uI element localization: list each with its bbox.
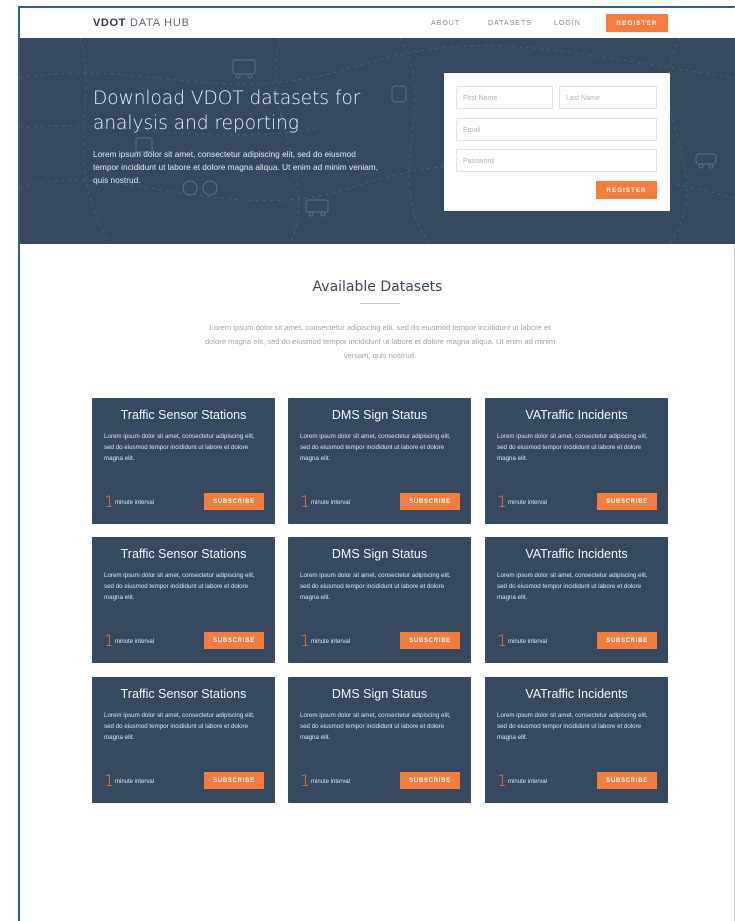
logo-mark: VDOT (93, 17, 126, 29)
card-description: Lorem ipsum dolor sit amet, consectetur … (104, 572, 255, 601)
card-title: DMS Sign Status (331, 547, 428, 561)
card-description: Lorem ipsum dolor sit amet, consectetur … (300, 433, 451, 462)
card-title: Traffic Sensor Stations (120, 408, 247, 422)
card-description: Lorem ipsum dolor sit amet, consectetur … (497, 572, 648, 601)
nav-register-button[interactable]: REGISTER (606, 14, 668, 32)
interval-value: 1 (300, 492, 311, 511)
hero-section: Download VDOT datasets for analysis and … (20, 38, 735, 244)
interval-value: 1 (104, 771, 115, 790)
password-field[interactable]: Password (456, 149, 657, 172)
interval-unit: minute interval (311, 779, 351, 785)
card-title: DMS Sign Status (331, 408, 428, 422)
first-name-field[interactable]: First Name (456, 86, 553, 109)
nav-link-datasets[interactable]: DATASETS (488, 20, 532, 27)
card-description: Lorem ipsum dolor sit amet, consectetur … (300, 712, 451, 741)
last-name-field[interactable]: Last Name (559, 86, 657, 109)
subscribe-button[interactable]: SUBSCRIBE (204, 493, 264, 510)
subscribe-button[interactable]: SUBSCRIBE (597, 772, 657, 789)
dataset-card: DMS Sign Status Lorem ipsum dolor sit am… (288, 677, 471, 803)
interval-unit: minute interval (508, 500, 548, 506)
dataset-card: VATraffic Incidents Lorem ipsum dolor si… (485, 677, 668, 803)
interval-unit: minute interval (311, 500, 351, 506)
hero-description: Lorem ipsum dolor sit amet, consectetur … (93, 149, 379, 185)
nav-link-login[interactable]: LOGIN (554, 20, 581, 27)
interval-unit: minute interval (311, 639, 351, 645)
subscribe-button[interactable]: SUBSCRIBE (597, 493, 657, 510)
interval-value: 1 (497, 492, 508, 511)
interval-unit: minute interval (115, 500, 155, 506)
subscribe-button[interactable]: SUBSCRIBE (597, 632, 657, 649)
interval-value: 1 (300, 771, 311, 790)
interval-value: 1 (497, 771, 508, 790)
card-description: Lorem ipsum dolor sit amet, consectetur … (104, 433, 255, 462)
interval-unit: minute interval (508, 639, 548, 645)
dataset-card: Traffic Sensor Stations Lorem ipsum dolo… (92, 398, 275, 524)
card-title: DMS Sign Status (331, 687, 428, 701)
subscribe-button[interactable]: SUBSCRIBE (400, 632, 460, 649)
interval-unit: minute interval (508, 779, 548, 785)
register-button[interactable]: REGISTER (596, 181, 657, 199)
logo[interactable]: VDOT DATA HUB (93, 17, 190, 29)
card-description: Lorem ipsum dolor sit amet, consectetur … (497, 712, 648, 741)
subscribe-button[interactable]: SUBSCRIBE (204, 632, 264, 649)
interval-value: 1 (104, 631, 115, 650)
interval-value: 1 (104, 492, 115, 511)
section-description: Lorem ipsum dolor sit amet, consectetur … (204, 323, 556, 360)
card-title: Traffic Sensor Stations (120, 687, 247, 701)
hero-title: Download VDOT datasets for analysis and … (93, 88, 361, 134)
top-navbar: VDOT DATA HUB ABOUT DATASETS LOGIN REGIST… (20, 8, 735, 38)
interval-unit: minute interval (115, 779, 155, 785)
dataset-card: DMS Sign Status Lorem ipsum dolor sit am… (288, 398, 471, 524)
page-frame: VDOT DATA HUB ABOUT DATASETS LOGIN REGIST… (18, 6, 735, 921)
logo-text: DATA HUB (129, 17, 190, 29)
card-description: Lorem ipsum dolor sit amet, consectetur … (497, 433, 648, 462)
dataset-card: VATraffic Incidents Lorem ipsum dolor si… (485, 537, 668, 663)
registration-form: First Name Last Name Email Password REGI… (444, 73, 670, 211)
subscribe-button[interactable]: SUBSCRIBE (204, 772, 264, 789)
dataset-card: VATraffic Incidents Lorem ipsum dolor si… (485, 398, 668, 524)
email-field[interactable]: Email (456, 118, 657, 141)
nav-link-about[interactable]: ABOUT (431, 20, 460, 27)
dataset-card: Traffic Sensor Stations Lorem ipsum dolo… (92, 537, 275, 663)
dataset-card: DMS Sign Status Lorem ipsum dolor sit am… (288, 537, 471, 663)
card-title: VATraffic Incidents (525, 408, 628, 422)
section-divider (360, 303, 400, 304)
interval-unit: minute interval (115, 639, 155, 645)
subscribe-button[interactable]: SUBSCRIBE (400, 772, 460, 789)
card-description: Lorem ipsum dolor sit amet, consectetur … (300, 572, 451, 601)
card-title: VATraffic Incidents (525, 547, 628, 561)
interval-value: 1 (300, 631, 311, 650)
card-title: VATraffic Incidents (525, 687, 628, 701)
subscribe-button[interactable]: SUBSCRIBE (400, 493, 460, 510)
interval-value: 1 (497, 631, 508, 650)
section-title: Available Datasets (312, 279, 443, 295)
card-title: Traffic Sensor Stations (120, 547, 247, 561)
dataset-card: Traffic Sensor Stations Lorem ipsum dolo… (92, 677, 275, 803)
card-description: Lorem ipsum dolor sit amet, consectetur … (104, 712, 255, 741)
